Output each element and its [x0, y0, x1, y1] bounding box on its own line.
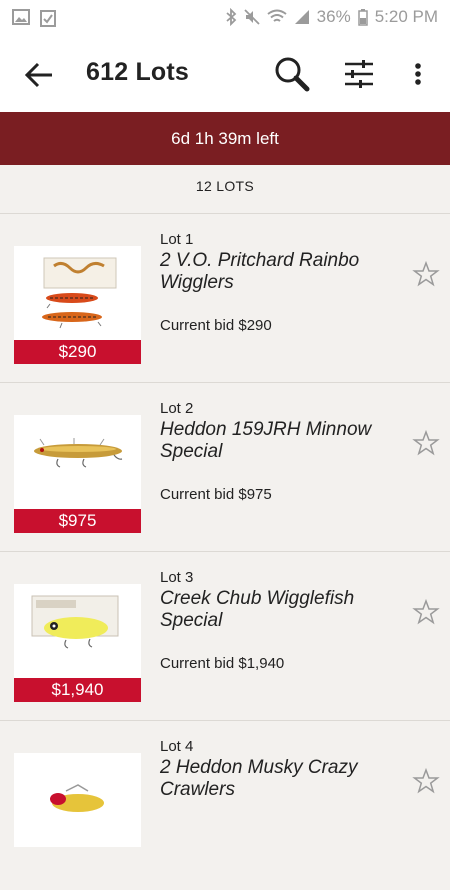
- lot-current-bid: Current bid $290: [160, 317, 272, 334]
- signal-icon: [294, 10, 309, 24]
- lot-title: Creek Chub Wigglefish Special: [160, 588, 355, 631]
- lot-current-bid: Current bid $1,940: [160, 655, 285, 672]
- lot-title: 2 V.O. Pritchard Rainbo Wigglers: [160, 250, 360, 293]
- time-left-banner: 6d 1h 39m left: [0, 112, 450, 165]
- star-icon[interactable]: [412, 767, 440, 795]
- lure-image: [42, 257, 117, 329]
- status-bar: 36% 5:20 PM: [0, 0, 450, 36]
- mute-icon: [244, 9, 260, 25]
- status-notifications: [12, 9, 56, 27]
- lot-number: Lot 4: [160, 738, 194, 755]
- star-icon[interactable]: [412, 598, 440, 626]
- lot-number: Lot 3: [160, 569, 194, 586]
- lot-price-badge: $1,940: [14, 678, 141, 702]
- lot-card[interactable]: Lot 4 2 Heddon Musky Crazy Crawlers: [0, 720, 450, 890]
- battery-percent: 36%: [316, 7, 351, 26]
- lot-number: Lot 2: [160, 400, 194, 417]
- lot-card[interactable]: $290 Lot 1 2 V.O. Pritchard Rainbo Wiggl…: [0, 213, 450, 383]
- lure-image: [31, 595, 119, 649]
- app-bar: 612 Lots: [0, 36, 450, 112]
- back-arrow-icon[interactable]: [22, 58, 56, 92]
- lot-price-badge: $290: [14, 340, 141, 364]
- lot-card[interactable]: $1,940 Lot 3 Creek Chub Wigglefish Speci…: [0, 551, 450, 721]
- lot-number: Lot 1: [160, 231, 194, 248]
- lure-image: [34, 438, 123, 468]
- lot-image[interactable]: [14, 415, 141, 509]
- status-system: 36% 5:20 PM: [225, 7, 438, 27]
- lot-card[interactable]: $975 Lot 2 Heddon 159JRH Minnow Special …: [0, 382, 450, 552]
- lot-image[interactable]: [14, 584, 141, 678]
- lot-price-badge: $975: [14, 509, 141, 533]
- filter-sliders-icon[interactable]: [340, 56, 380, 96]
- lure-image: [50, 784, 104, 812]
- clock: 5:20 PM: [374, 7, 438, 26]
- lot-image[interactable]: [14, 753, 141, 847]
- bluetooth-icon: [226, 8, 236, 26]
- lots-count: 12 LOTS: [195, 178, 255, 194]
- gallery-icon: [12, 9, 30, 25]
- page-title: 612 Lots: [86, 58, 190, 86]
- more-vert-icon[interactable]: [404, 56, 432, 96]
- lot-title: Heddon 159JRH Minnow Special: [160, 419, 372, 462]
- star-icon[interactable]: [412, 429, 440, 457]
- lot-current-bid: Current bid $975: [160, 486, 272, 503]
- battery-icon: [357, 8, 368, 26]
- search-icon[interactable]: [272, 54, 312, 94]
- clipboard-check-icon: [40, 10, 56, 27]
- wifi-icon: [267, 9, 287, 22]
- lot-title: 2 Heddon Musky Crazy Crawlers: [160, 757, 358, 800]
- lot-image[interactable]: [14, 246, 141, 340]
- star-icon[interactable]: [412, 260, 440, 288]
